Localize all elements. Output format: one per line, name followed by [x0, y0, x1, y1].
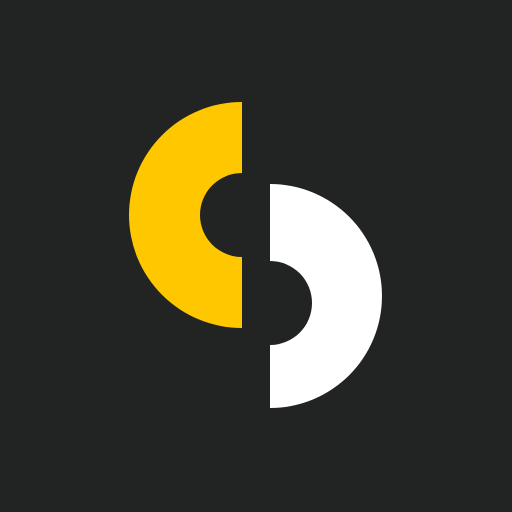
split-s-logo-icon	[0, 0, 512, 512]
app-icon-canvas	[0, 0, 512, 512]
logo-background	[0, 0, 512, 512]
